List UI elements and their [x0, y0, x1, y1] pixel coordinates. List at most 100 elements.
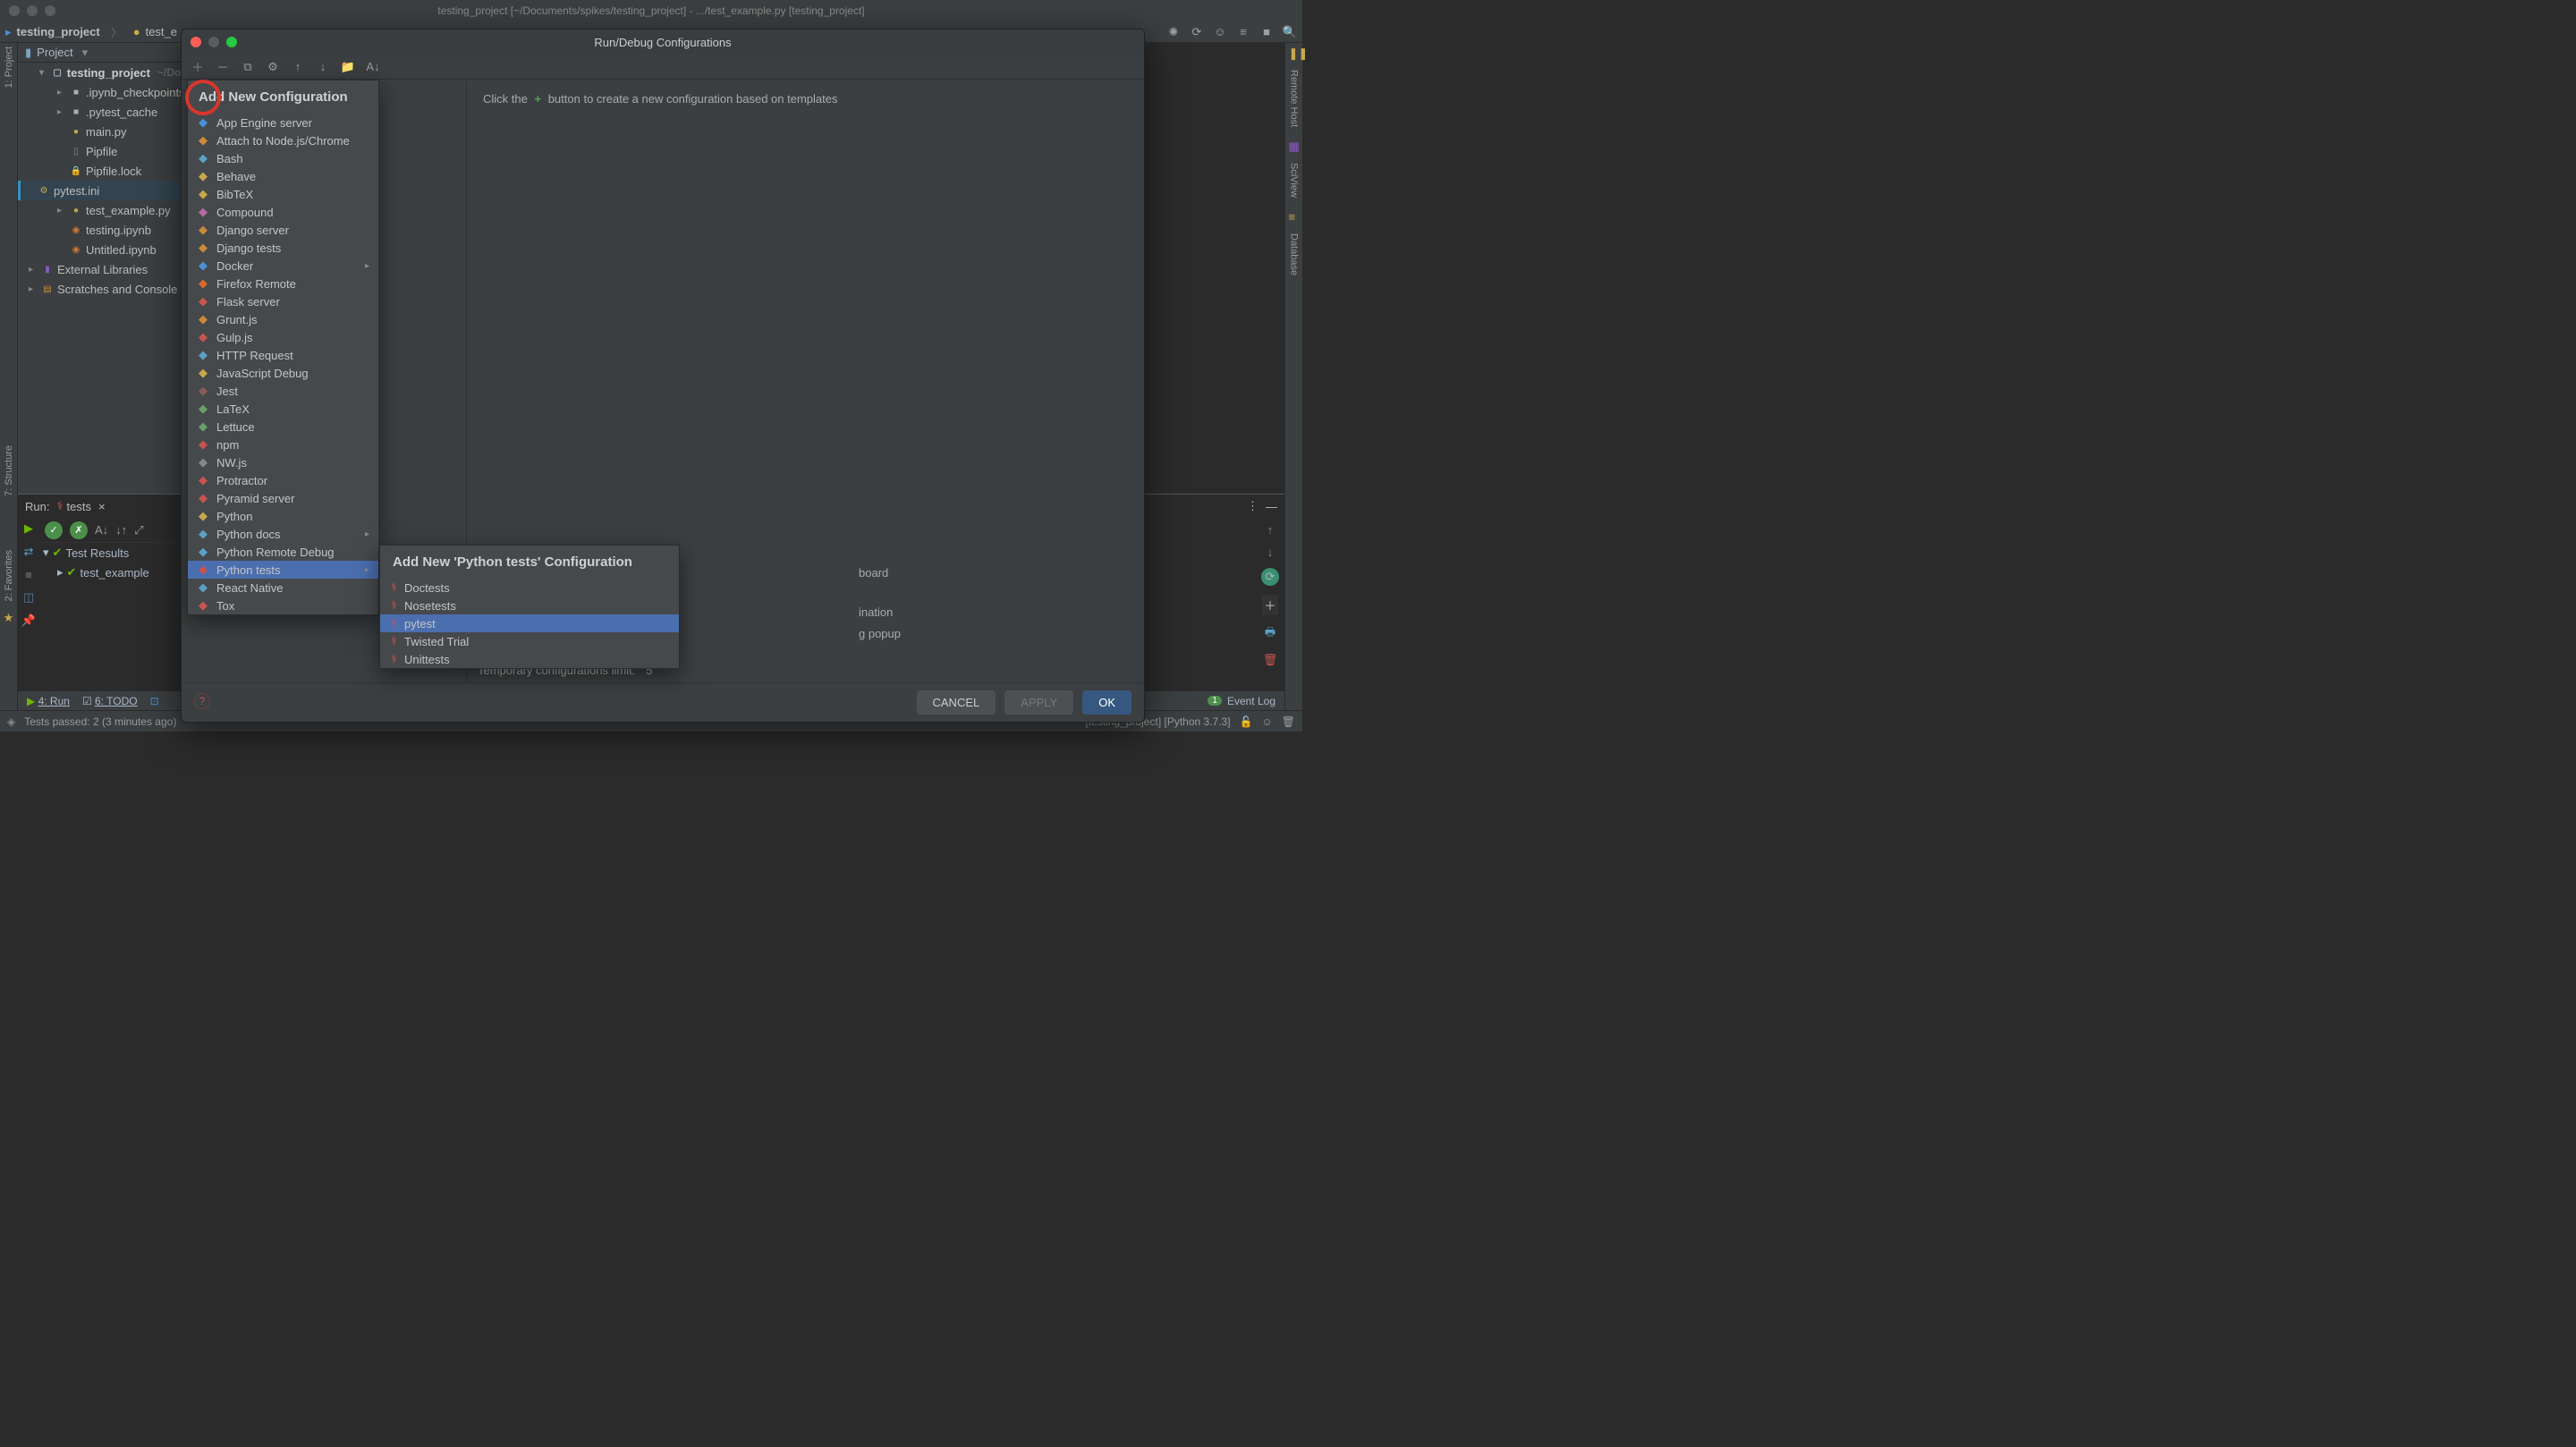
- pause-icon[interactable]: ❚❚: [1289, 47, 1300, 57]
- project-header[interactable]: ▮ Project ▾: [18, 43, 187, 63]
- dialog-window-controls[interactable]: [191, 37, 237, 47]
- test-results-root[interactable]: ▾ ✔ Test Results: [39, 543, 199, 563]
- breadcrumb-file[interactable]: test_e: [146, 25, 177, 38]
- expand-icon[interactable]: ⤢: [134, 523, 143, 537]
- tree-scratches[interactable]: ▸ ▤ Scratches and Console: [18, 279, 187, 299]
- structure-tool-tab[interactable]: 7: Structure: [4, 445, 14, 496]
- config-template-item[interactable]: ◆Bash: [188, 149, 378, 167]
- breadcrumb[interactable]: ▸ testing_project 〉 ● test_e: [5, 23, 177, 40]
- config-template-item[interactable]: ◆Jest: [188, 382, 378, 400]
- config-template-item[interactable]: ◆HTTP Request: [188, 346, 378, 364]
- chevron-right-icon[interactable]: ▸: [57, 206, 66, 216]
- test-framework-item[interactable]: ⚕Unittests: [380, 650, 679, 668]
- apply-button[interactable]: APPLY: [1004, 690, 1073, 715]
- config-template-item[interactable]: ◆BibTeX: [188, 185, 378, 203]
- move-up-button[interactable]: ↑: [291, 60, 305, 74]
- chevron-right-icon[interactable]: ▸: [57, 88, 66, 97]
- tree-item[interactable]: ▸●test_example.py: [18, 200, 187, 220]
- add-icon[interactable]: ＋: [1262, 595, 1277, 615]
- filter-icon[interactable]: ⇄: [24, 545, 34, 559]
- config-template-item[interactable]: ◆Grunt.js: [188, 310, 378, 328]
- settings-icon[interactable]: ✺: [1166, 25, 1181, 39]
- run-icon[interactable]: ▶: [24, 521, 33, 536]
- config-template-item[interactable]: ◆Pyramid server: [188, 489, 378, 507]
- user-icon[interactable]: ☺: [1213, 25, 1227, 39]
- search-icon[interactable]: 🔍: [1283, 25, 1297, 39]
- minimize-icon[interactable]: —: [1266, 500, 1277, 513]
- lock-icon[interactable]: 🔓: [1240, 715, 1253, 728]
- remove-configuration-button[interactable]: －: [216, 60, 230, 74]
- sync-icon[interactable]: ⟳: [1190, 25, 1204, 39]
- project-tool-tab[interactable]: 1: Project: [4, 47, 14, 88]
- breadcrumb-project[interactable]: testing_project: [17, 25, 100, 38]
- test-framework-item[interactable]: ⚕Twisted Trial: [380, 632, 679, 650]
- config-template-item[interactable]: ◆Protractor: [188, 471, 378, 489]
- close-dialog[interactable]: [191, 37, 201, 47]
- config-template-item[interactable]: ◆Attach to Node.js/Chrome: [188, 131, 378, 149]
- sort-button[interactable]: A↓: [366, 60, 380, 74]
- pin-icon[interactable]: 📌: [21, 613, 36, 628]
- list-icon[interactable]: ≡: [1236, 25, 1250, 39]
- config-template-item[interactable]: ◆Django server: [188, 221, 378, 239]
- stop-icon[interactable]: ■: [25, 568, 32, 581]
- close-icon[interactable]: ×: [98, 500, 106, 513]
- config-template-item[interactable]: ◆NW.js: [188, 453, 378, 471]
- run-tab[interactable]: ▶ 4: Run: [27, 695, 70, 707]
- chevron-right-icon[interactable]: ▸: [57, 107, 66, 117]
- configurations-list[interactable]: Add New Configuration ◆App Engine server…: [182, 80, 467, 682]
- tree-item[interactable]: 🔒Pipfile.lock: [18, 161, 187, 181]
- chevron-right-icon[interactable]: ▸: [29, 265, 38, 275]
- folder-button[interactable]: 📁: [341, 60, 355, 74]
- inspection-icon[interactable]: ☺: [1262, 715, 1273, 728]
- config-template-item[interactable]: ◆JavaScript Debug: [188, 364, 378, 382]
- config-template-item[interactable]: ◆App Engine server: [188, 114, 378, 131]
- sciview-tab[interactable]: SciView: [1289, 163, 1300, 198]
- config-template-item[interactable]: ◆Docker▸: [188, 257, 378, 275]
- database-tab[interactable]: Database: [1289, 233, 1300, 275]
- config-template-item[interactable]: ◆Tox: [188, 597, 378, 614]
- tree-item[interactable]: ◉testing.ipynb: [18, 220, 187, 240]
- test-framework-item[interactable]: ⚕Nosetests: [380, 597, 679, 614]
- config-template-item[interactable]: ◆Behave: [188, 167, 378, 185]
- edit-templates-button[interactable]: ⚙: [266, 60, 280, 74]
- test-framework-item[interactable]: ⚕pytest: [380, 614, 679, 632]
- chevron-right-icon[interactable]: ▸: [29, 284, 38, 294]
- config-template-item[interactable]: ◆Python tests▸: [188, 561, 378, 579]
- chevron-down-icon[interactable]: ▾: [39, 68, 48, 78]
- chevron-right-icon[interactable]: ▸: [57, 565, 64, 580]
- test-framework-item[interactable]: ⚕Doctests: [380, 579, 679, 597]
- tree-item[interactable]: ▯Pipfile: [18, 141, 187, 161]
- tree-item[interactable]: ⚙pytest.ini: [18, 181, 187, 200]
- tree-item[interactable]: ▸■.ipynb_checkpoints: [18, 82, 187, 102]
- config-template-item[interactable]: ◆Django tests: [188, 239, 378, 257]
- show-passed-icon[interactable]: ✓: [45, 521, 63, 539]
- tree-item[interactable]: ▸■.pytest_cache: [18, 102, 187, 122]
- tree-item[interactable]: ●main.py: [18, 122, 187, 141]
- tree-item[interactable]: ◉Untitled.ipynb: [18, 240, 187, 259]
- config-template-item[interactable]: ◆Python: [188, 507, 378, 525]
- chevron-down-icon[interactable]: ▾: [82, 46, 89, 60]
- minimize-dialog[interactable]: [208, 37, 219, 47]
- config-template-item[interactable]: ◆LaTeX: [188, 400, 378, 418]
- maximize-dialog[interactable]: [226, 37, 237, 47]
- config-template-item[interactable]: ◆Flask server: [188, 292, 378, 310]
- config-template-item[interactable]: ◆npm: [188, 436, 378, 453]
- remote-host-tab[interactable]: Remote Host: [1289, 70, 1300, 127]
- move-down-button[interactable]: ↓: [316, 60, 330, 74]
- test-node[interactable]: ▸ ✔ test_example: [39, 563, 199, 582]
- print-icon[interactable]: 🖶: [1265, 624, 1275, 644]
- delete-icon[interactable]: 🗑: [1263, 653, 1278, 667]
- indicator-icon[interactable]: ◈: [7, 715, 15, 728]
- config-template-item[interactable]: ◆Lettuce: [188, 418, 378, 436]
- ok-button[interactable]: OK: [1082, 690, 1131, 715]
- config-template-item[interactable]: ◆React Native: [188, 579, 378, 597]
- todo-tab[interactable]: ☑ 6: TODO: [82, 695, 138, 707]
- down-icon[interactable]: ↓: [1267, 546, 1274, 559]
- tree-root[interactable]: ▾ ▢ testing_project ~/Doc: [18, 63, 187, 82]
- config-template-item[interactable]: ◆Firefox Remote: [188, 275, 378, 292]
- sort-time-icon[interactable]: ↓↑: [115, 523, 127, 537]
- favorites-tool-tab[interactable]: 2: Favorites: [4, 550, 14, 601]
- config-template-item[interactable]: ◆Gulp.js: [188, 328, 378, 346]
- sort-icon[interactable]: A↓: [95, 523, 108, 537]
- chevron-down-icon[interactable]: ▾: [43, 546, 49, 560]
